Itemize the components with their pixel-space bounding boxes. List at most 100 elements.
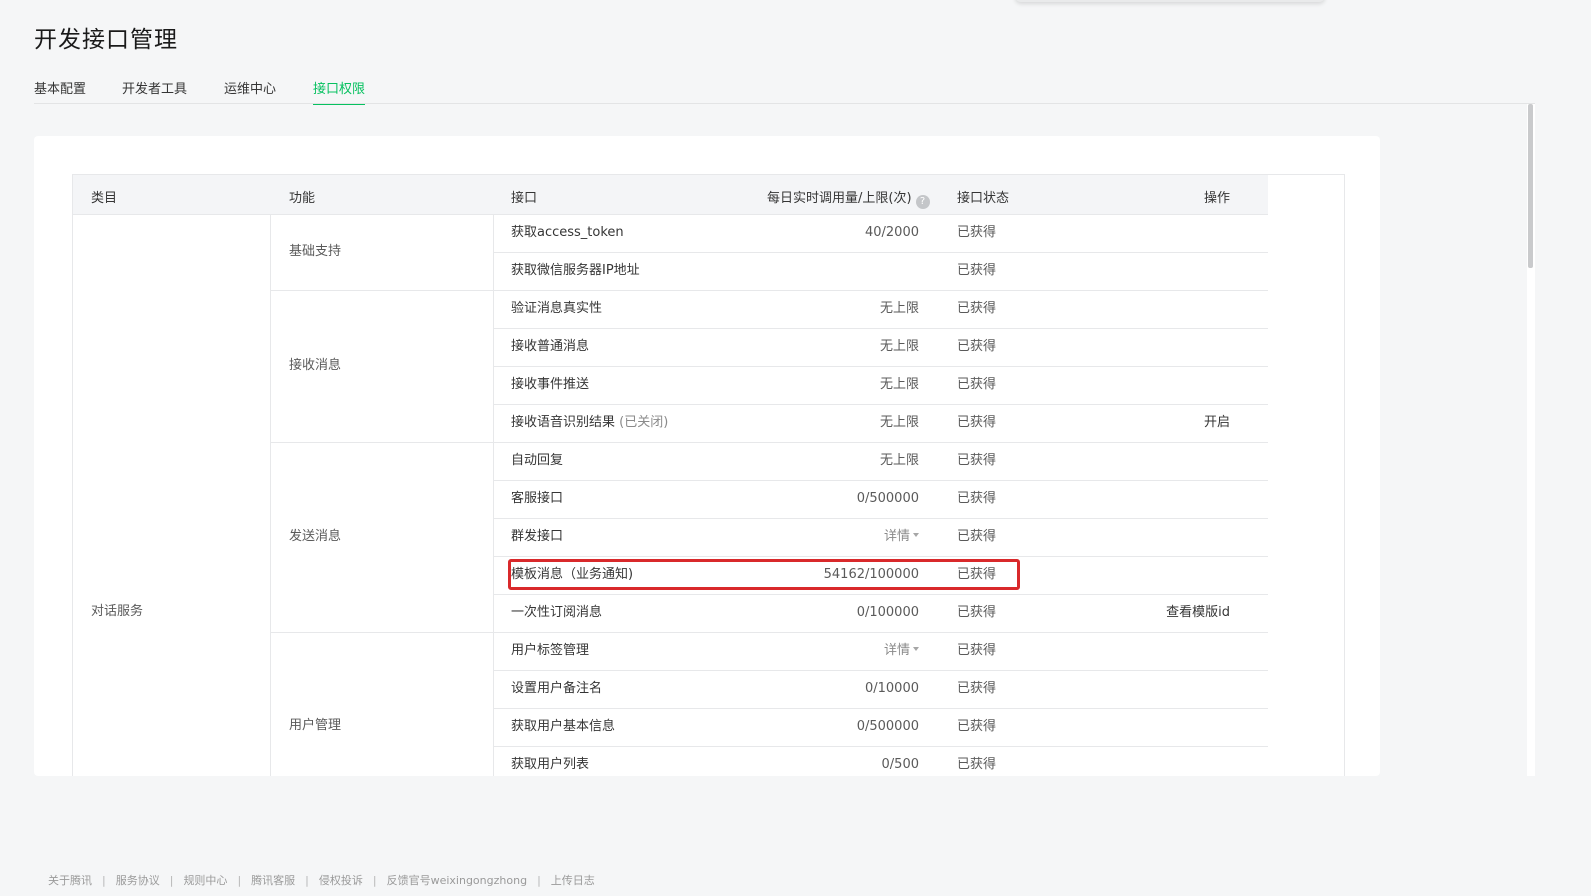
function-group-cell: 接收消息 bbox=[289, 358, 342, 373]
interface-name: 接收普通消息 bbox=[511, 339, 590, 354]
interface-name: 客服接口 bbox=[511, 491, 564, 506]
header-status: 接口状态 bbox=[957, 191, 1010, 206]
status-value: 已获得 bbox=[957, 339, 997, 354]
status-value: 已获得 bbox=[957, 453, 997, 468]
footer-separator: | bbox=[537, 874, 541, 887]
header-function: 功能 bbox=[289, 191, 316, 206]
row-divider bbox=[494, 746, 1268, 747]
tab-api-permissions[interactable]: 接口权限 bbox=[313, 78, 366, 105]
interface-name: 接收事件推送 bbox=[511, 377, 590, 392]
usage-value: 40/2000 bbox=[864, 225, 919, 240]
footer-link-about[interactable]: 关于腾讯 bbox=[48, 872, 92, 888]
usage-value: 无上限 bbox=[879, 301, 919, 316]
status-value: 已获得 bbox=[957, 377, 997, 392]
footer-separator: | bbox=[169, 874, 174, 887]
interface-name: 获取用户基本信息 bbox=[511, 719, 616, 734]
usage-details-dropdown[interactable]: 详情 bbox=[779, 642, 919, 660]
usage-details-label: 详情 bbox=[883, 529, 910, 544]
usage-value: 0/500000 bbox=[856, 491, 919, 506]
interface-name: 接收语音识别结果 (已关闭) bbox=[511, 414, 668, 432]
interface-name: 获取用户列表 bbox=[511, 757, 590, 772]
function-group-cell: 用户管理 bbox=[289, 718, 342, 733]
row-divider bbox=[494, 404, 1268, 405]
footer-separator: | bbox=[372, 874, 377, 887]
header-interface: 接口 bbox=[511, 191, 538, 206]
group-divider bbox=[271, 290, 1268, 291]
footer-link-customer-service[interactable]: 腾讯客服 bbox=[251, 872, 295, 888]
interface-name-text: 接收语音识别结果 bbox=[511, 415, 616, 430]
status-value: 已获得 bbox=[957, 757, 997, 772]
usage-value: 无上限 bbox=[879, 339, 919, 354]
footer-separator: | bbox=[102, 874, 106, 887]
status-value: 已获得 bbox=[957, 301, 997, 316]
table-header: 类目 功能 接口 每日实时调用量/上限(次)? 接口状态 操作 bbox=[73, 175, 1268, 215]
usage-value: 无上限 bbox=[879, 415, 919, 430]
footer-link-service-agreement[interactable]: 服务协议 bbox=[116, 872, 160, 888]
interface-name: 用户标签管理 bbox=[511, 643, 590, 658]
column-divider-category bbox=[270, 215, 271, 776]
header-category: 类目 bbox=[91, 191, 118, 206]
status-value: 已获得 bbox=[957, 719, 997, 734]
row-divider bbox=[494, 366, 1268, 367]
status-value: 已获得 bbox=[957, 225, 997, 240]
status-value: 已获得 bbox=[957, 491, 997, 506]
interface-name: 设置用户备注名 bbox=[511, 681, 603, 696]
footer: 关于腾讯 | 服务协议 | 规则中心 | 腾讯客服 | 侵权投诉 | 反馈官号weixingongz… bbox=[48, 872, 595, 888]
api-permission-table: 类目 功能 接口 每日实时调用量/上限(次)? 接口状态 操作 对话服务 基础支… bbox=[72, 174, 1345, 776]
row-divider bbox=[494, 252, 1268, 253]
status-value: 已获得 bbox=[957, 529, 997, 544]
group-divider bbox=[271, 632, 1268, 633]
enable-link[interactable]: 开启 bbox=[1130, 414, 1230, 432]
usage-details-label: 详情 bbox=[883, 643, 910, 658]
status-value: 已获得 bbox=[957, 263, 997, 278]
footer-link-upload-log[interactable]: 上传日志 bbox=[551, 872, 595, 888]
top-popover-edge bbox=[1015, 0, 1325, 2]
footer-link-rules-center[interactable]: 规则中心 bbox=[183, 872, 227, 888]
footer-separator: | bbox=[237, 874, 242, 887]
status-value: 已获得 bbox=[957, 643, 997, 658]
usage-value: 0/500 bbox=[881, 757, 919, 772]
column-divider-function bbox=[493, 215, 494, 776]
interface-note: (已关闭) bbox=[619, 415, 669, 430]
function-group-cell: 发送消息 bbox=[289, 529, 342, 544]
interface-name: 验证消息真实性 bbox=[511, 301, 603, 316]
status-value: 已获得 bbox=[957, 605, 997, 620]
view-template-id-link[interactable]: 查看模版id bbox=[1110, 604, 1230, 622]
interface-name: 自动回复 bbox=[511, 453, 564, 468]
tab-ops-center[interactable]: 运维中心 bbox=[224, 78, 276, 103]
usage-value: 无上限 bbox=[879, 377, 919, 392]
usage-value: 无上限 bbox=[879, 453, 919, 468]
page-title: 开发接口管理 bbox=[34, 27, 178, 53]
content-card: 类目 功能 接口 每日实时调用量/上限(次)? 接口状态 操作 对话服务 基础支… bbox=[34, 136, 1380, 776]
row-divider bbox=[494, 480, 1268, 481]
footer-link-infringement[interactable]: 侵权投诉 bbox=[319, 872, 363, 888]
header-usage-label: 每日实时调用量/上限(次) bbox=[767, 191, 912, 206]
interface-name: 一次性订阅消息 bbox=[511, 605, 603, 620]
row-divider bbox=[494, 708, 1268, 709]
interface-name: 获取微信服务器IP地址 bbox=[511, 263, 640, 278]
tab-basic-config[interactable]: 基本配置 bbox=[34, 78, 86, 103]
category-cell: 对话服务 bbox=[91, 604, 144, 619]
row-divider bbox=[494, 518, 1268, 519]
interface-name: 群发接口 bbox=[511, 529, 564, 544]
row-divider bbox=[494, 670, 1268, 671]
usage-value: 0/100000 bbox=[856, 605, 919, 620]
row-divider bbox=[494, 594, 1268, 595]
help-icon[interactable]: ? bbox=[915, 195, 930, 209]
status-value: 已获得 bbox=[957, 681, 997, 696]
usage-details-dropdown[interactable]: 详情 bbox=[779, 528, 919, 546]
status-value: 已获得 bbox=[957, 415, 997, 430]
tabs-divider bbox=[34, 103, 1535, 104]
footer-separator: | bbox=[305, 874, 309, 887]
group-divider bbox=[271, 442, 1268, 443]
header-usage: 每日实时调用量/上限(次)? bbox=[767, 187, 930, 209]
header-action: 操作 bbox=[1204, 191, 1231, 206]
footer-link-feedback[interactable]: 反馈官号weixingongzhong bbox=[387, 872, 527, 888]
usage-value: 0/10000 bbox=[864, 681, 919, 696]
highlight-box bbox=[508, 559, 1020, 590]
tab-developer-tools[interactable]: 开发者工具 bbox=[122, 78, 187, 103]
scrollbar-thumb[interactable] bbox=[1528, 104, 1533, 268]
function-group-cell: 基础支持 bbox=[289, 244, 342, 259]
caret-down-icon bbox=[913, 533, 919, 537]
interface-name: 获取access_token bbox=[511, 225, 624, 240]
